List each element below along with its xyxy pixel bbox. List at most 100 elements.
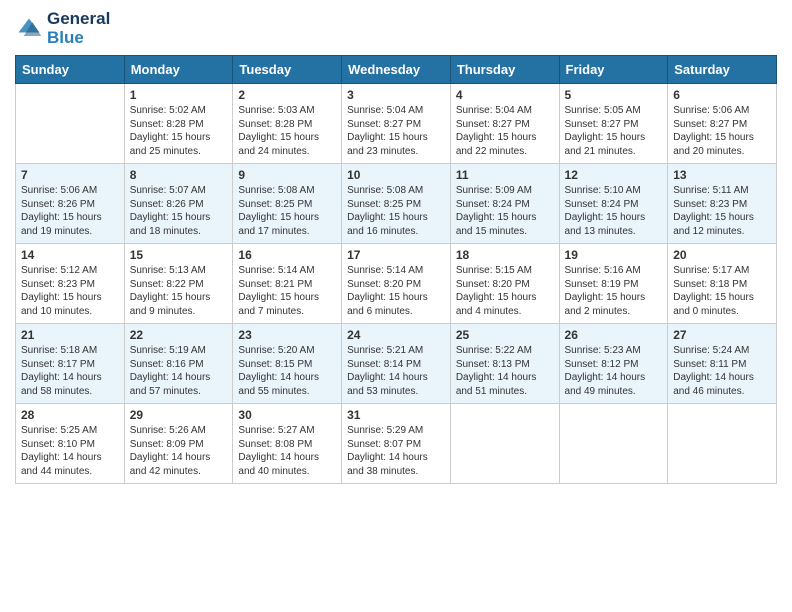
calendar-week-5: 28Sunrise: 5:25 AMSunset: 8:10 PMDayligh… [16,404,777,484]
daylight-line2: and 46 minutes. [673,386,744,397]
day-number: 1 [130,88,228,102]
weekday-header-saturday: Saturday [668,56,777,84]
sunrise-text: Sunrise: 5:08 AM [347,185,423,196]
daylight-line1: Daylight: 15 hours [238,212,319,223]
calendar-cell: 4Sunrise: 5:04 AMSunset: 8:27 PMDaylight… [450,84,559,164]
sunrise-text: Sunrise: 5:13 AM [130,265,206,276]
daylight-line1: Daylight: 14 hours [130,372,211,383]
daylight-line2: and 22 minutes. [456,146,527,157]
calendar-cell: 22Sunrise: 5:19 AMSunset: 8:16 PMDayligh… [124,324,233,404]
calendar-cell: 9Sunrise: 5:08 AMSunset: 8:25 PMDaylight… [233,164,342,244]
daylight-line1: Daylight: 15 hours [130,292,211,303]
day-info: Sunrise: 5:21 AMSunset: 8:14 PMDaylight:… [347,344,445,398]
day-info: Sunrise: 5:09 AMSunset: 8:24 PMDaylight:… [456,184,554,238]
calendar-week-2: 7Sunrise: 5:06 AMSunset: 8:26 PMDaylight… [16,164,777,244]
day-number: 15 [130,248,228,262]
day-info: Sunrise: 5:27 AMSunset: 8:08 PMDaylight:… [238,424,336,478]
day-number: 16 [238,248,336,262]
daylight-line1: Daylight: 15 hours [347,212,428,223]
sunset-text: Sunset: 8:27 PM [347,119,421,130]
daylight-line1: Daylight: 15 hours [238,292,319,303]
logo-line1: General [47,10,110,29]
calendar-cell: 15 Sunrise: 5:13 AM Sunset: 8:22 PM Dayligh… [124,244,233,324]
sunrise-text: Sunrise: 5:21 AM [347,345,423,356]
daylight-line2: and 55 minutes. [238,386,309,397]
daylight-line2: and 7 minutes. [238,306,304,317]
daylight-line1: Daylight: 14 hours [21,372,102,383]
calendar-table: SundayMondayTuesdayWednesdayThursdayFrid… [15,55,777,484]
sunrise-text: Sunrise: 5:27 AM [238,425,314,436]
daylight-line2: and 19 minutes. [21,226,92,237]
daylight-line2: and 20 minutes. [673,146,744,157]
sunrise-text: Sunrise: 5:06 AM [21,185,97,196]
day-info: Sunrise: 5:05 AMSunset: 8:27 PMDaylight:… [565,104,663,158]
sunrise-text: Sunrise: 5:20 AM [238,345,314,356]
sunset-text: Sunset: 8:17 PM [21,359,95,370]
calendar-cell: 6Sunrise: 5:06 AMSunset: 8:27 PMDaylight… [668,84,777,164]
sunset-text: Sunset: 8:23 PM [673,199,747,210]
calendar-week-1: 1Sunrise: 5:02 AMSunset: 8:28 PMDaylight… [16,84,777,164]
day-info: Sunrise: 5:06 AMSunset: 8:27 PMDaylight:… [673,104,771,158]
daylight-line1: Daylight: 15 hours [673,292,754,303]
day-info: Sunrise: 5:12 AMSunset: 8:23 PMDaylight:… [21,264,119,318]
day-info: Sunrise: 5:22 AMSunset: 8:13 PMDaylight:… [456,344,554,398]
day-info: Sunrise: 5:23 AMSunset: 8:12 PMDaylight:… [565,344,663,398]
day-number: 17 [347,248,445,262]
daylight-line1: Daylight: 15 hours [238,132,319,143]
sunset-text: Sunset: 8:27 PM [673,119,747,130]
day-number: 31 [347,408,445,422]
logo-line2: Blue [47,29,110,48]
daylight-line1: Daylight: 15 hours [456,292,537,303]
day-number: 20 [673,248,771,262]
day-info: Sunrise: 5:18 AM Sunset: 8:17 PM Daylight:… [21,344,119,398]
sunset-text: Sunset: 8:12 PM [565,359,639,370]
sunset-text: Sunset: 8:27 PM [565,119,639,130]
daylight-line1: Daylight: 15 hours [565,292,646,303]
day-number: 27 [673,328,771,342]
header-row: SundayMondayTuesdayWednesdayThursdayFrid… [16,56,777,84]
calendar-cell: 19Sunrise: 5:16 AMSunset: 8:19 PMDayligh… [559,244,668,324]
sunset-text: Sunset: 8:09 PM [130,439,204,450]
daylight-line1: Daylight: 14 hours [456,372,537,383]
day-number: 8 [130,168,228,182]
calendar-cell: 30Sunrise: 5:27 AMSunset: 8:08 PMDayligh… [233,404,342,484]
sunrise-text: Sunrise: 5:26 AM [130,425,206,436]
sunrise-text: Sunrise: 5:04 AM [456,105,532,116]
day-info: Sunrise: 5:24 AMSunset: 8:11 PMDaylight:… [673,344,771,398]
daylight-line1: Daylight: 15 hours [673,132,754,143]
daylight-line2: and 21 minutes. [565,146,636,157]
sunset-text: Sunset: 8:13 PM [456,359,530,370]
calendar-cell: 29Sunrise: 5:26 AMSunset: 8:09 PMDayligh… [124,404,233,484]
day-info: Sunrise: 5:15 AMSunset: 8:20 PMDaylight:… [456,264,554,318]
weekday-header-thursday: Thursday [450,56,559,84]
day-number: 18 [456,248,554,262]
day-number: 22 [130,328,228,342]
sunset-text: Sunset: 8:08 PM [238,439,312,450]
day-info: Sunrise: 5:26 AMSunset: 8:09 PMDaylight:… [130,424,228,478]
daylight-line2: and 38 minutes. [347,466,418,477]
day-number: 21 [21,328,119,342]
calendar-cell: 20Sunrise: 5:17 AMSunset: 8:18 PMDayligh… [668,244,777,324]
calendar-cell: 27 Sunrise: 5:24 AMSunset: 8:11 PMDayligh… [668,324,777,404]
day-number: 29 [130,408,228,422]
calendar-cell: 21 Sunrise: 5:18 AM Sunset: 8:17 PM Dayligh… [16,324,125,404]
daylight-line1: Daylight: 14 hours [565,372,646,383]
day-info: Sunrise: 5:08 AMSunset: 8:25 PMDaylight:… [347,184,445,238]
sunset-text: Sunset: 8:19 PM [565,279,639,290]
daylight-line2: and 9 minutes. [130,306,196,317]
daylight-line1: Daylight: 15 hours [673,212,754,223]
daylight-line2: and 17 minutes. [238,226,309,237]
daylight-line2: and 16 minutes. [347,226,418,237]
logo-text-block: General Blue [47,10,110,47]
day-number: 24 [347,328,445,342]
day-number: 28 [21,408,119,422]
calendar-cell: 17Sunrise: 5:14 AMSunset: 8:20 PMDayligh… [342,244,451,324]
sunrise-text: Sunrise: 5:18 AM [21,345,97,356]
weekday-header-monday: Monday [124,56,233,84]
daylight-line2: and 58 minutes. [21,386,92,397]
day-info: Sunrise: 5:20 AMSunset: 8:15 PMDaylight:… [238,344,336,398]
sunset-text: Sunset: 8:22 PM [130,279,204,290]
day-info: Sunrise: 5:29 AMSunset: 8:07 PMDaylight:… [347,424,445,478]
sunrise-text: Sunrise: 5:05 AM [565,105,641,116]
day-number: 10 [347,168,445,182]
